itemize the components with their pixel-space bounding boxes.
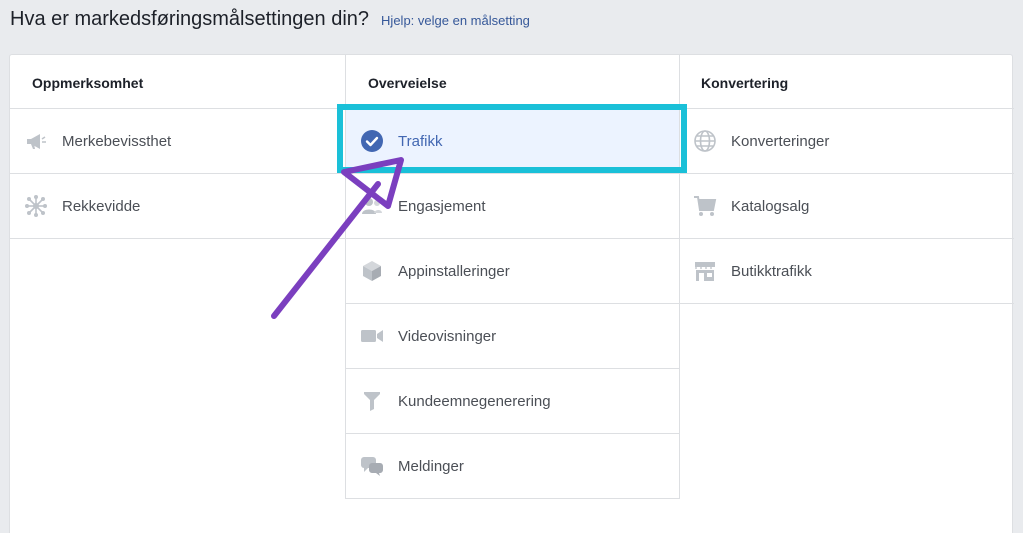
- objective-label: Meldinger: [398, 457, 464, 475]
- chat-bubbles-icon: [360, 454, 384, 478]
- column-consideration: Overveielse Trafikk Engasjement Appinsta…: [345, 55, 680, 499]
- help-link[interactable]: Hjelp: velge en målsetting: [381, 13, 530, 28]
- cart-icon: [693, 194, 717, 218]
- megaphone-icon: [24, 129, 48, 153]
- objective-label: Merkebevissthet: [62, 132, 172, 150]
- objective-label: Engasjement: [398, 197, 486, 215]
- objective-panel: Oppmerksomhet Merkebevissthet Rekkevidde…: [9, 54, 1014, 533]
- video-camera-icon: [360, 324, 384, 348]
- check-circle-icon: [360, 129, 384, 153]
- column-header: Oppmerksomhet: [10, 55, 345, 109]
- people-icon: [360, 194, 384, 218]
- objective-lead-generation[interactable]: Kundeemnegenerering: [346, 369, 679, 434]
- objective-catalog-sales[interactable]: Katalogsalg: [679, 174, 1014, 239]
- objective-store-traffic[interactable]: Butikktrafikk: [679, 239, 1014, 304]
- funnel-icon: [360, 389, 384, 413]
- objective-app-installs[interactable]: Appinstalleringer: [346, 239, 679, 304]
- objective-engagement[interactable]: Engasjement: [346, 174, 679, 239]
- objective-label: Videovisninger: [398, 327, 497, 345]
- objective-messages[interactable]: Meldinger: [346, 434, 679, 499]
- objective-label: Rekkevidde: [62, 197, 141, 215]
- column-header: Konvertering: [679, 55, 1014, 109]
- reach-icon: [24, 194, 48, 218]
- objective-conversions[interactable]: Konverteringer: [679, 109, 1014, 174]
- objective-video-views[interactable]: Videovisninger: [346, 304, 679, 369]
- column-conversion: Konvertering Konverteringer Katalogsalg …: [679, 55, 1014, 304]
- header: Hva er markedsføringsmålsettingen din? H…: [10, 8, 530, 31]
- objective-label: Trafikk: [398, 132, 443, 150]
- objective-brand-awareness[interactable]: Merkebevissthet: [10, 109, 345, 174]
- column-header: Overveielse: [346, 55, 679, 109]
- objective-traffic[interactable]: Trafikk: [346, 109, 679, 174]
- objective-label: Kundeemnegenerering: [398, 392, 551, 410]
- objective-label: Butikktrafikk: [731, 262, 812, 280]
- box-icon: [360, 259, 384, 283]
- objective-label: Konverteringer: [731, 132, 830, 150]
- store-icon: [693, 259, 717, 283]
- objective-label: Appinstalleringer: [398, 262, 510, 280]
- page-title: Hva er markedsføringsmålsettingen din?: [10, 8, 370, 30]
- objective-label: Katalogsalg: [731, 197, 810, 215]
- objective-reach[interactable]: Rekkevidde: [10, 174, 345, 239]
- column-awareness: Oppmerksomhet Merkebevissthet Rekkevidde: [10, 55, 345, 239]
- globe-icon: [693, 129, 717, 153]
